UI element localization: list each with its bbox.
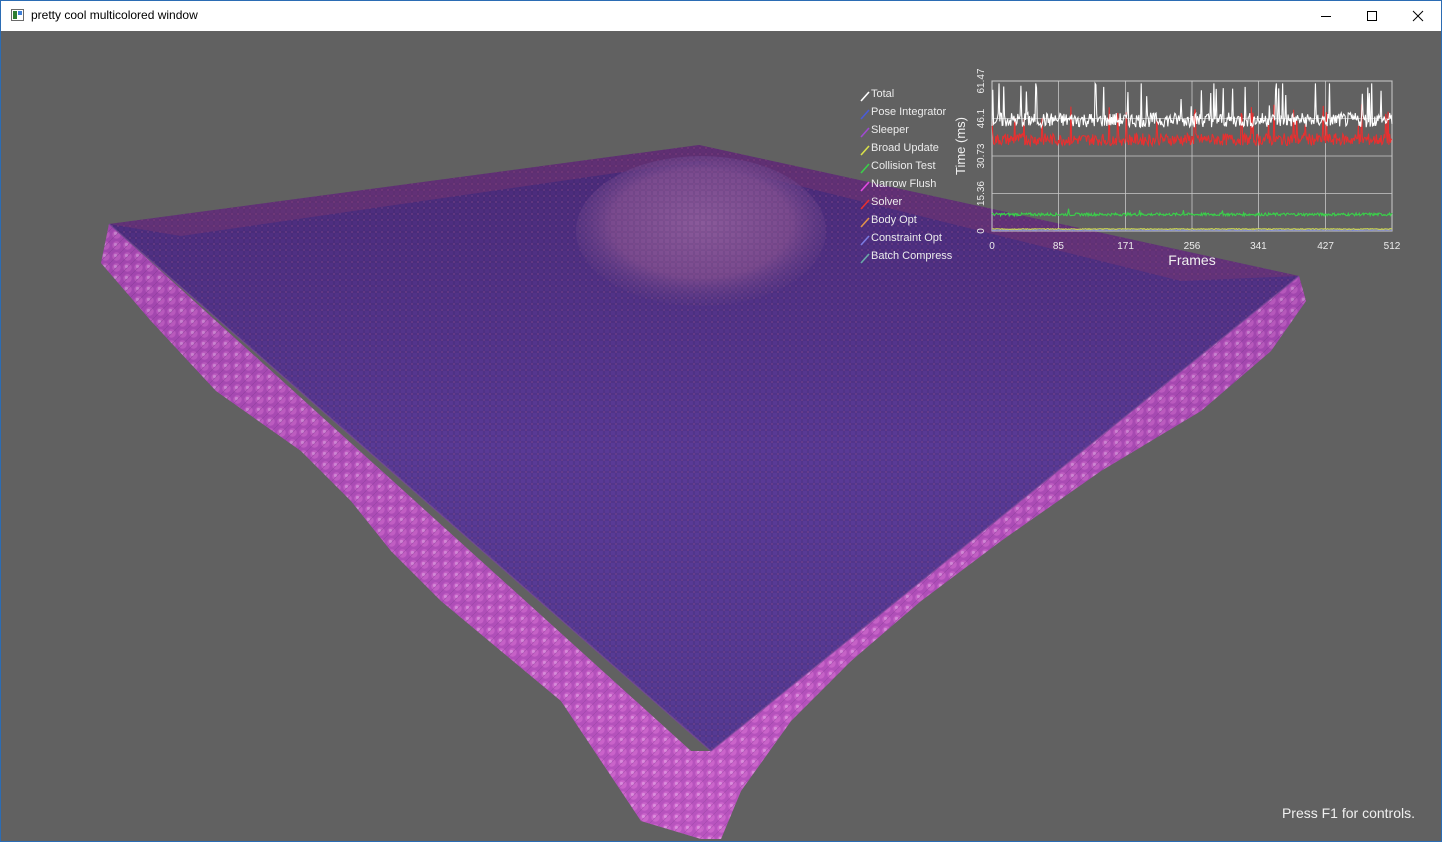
legend-swatch-icon (860, 199, 870, 210)
window-title: pretty cool multicolored window (31, 8, 198, 22)
x-tick-label: 85 (1053, 241, 1065, 252)
x-tick-label: 512 (1384, 241, 1401, 252)
legend-swatch-icon (860, 217, 870, 228)
maximize-button[interactable] (1349, 1, 1395, 31)
legend-swatch-icon (860, 109, 870, 120)
x-tick-label: 427 (1317, 241, 1334, 252)
y-tick-label: 0 (976, 228, 987, 234)
legend-label: Solver (871, 196, 903, 208)
x-tick-label: 0 (989, 241, 995, 252)
app-window-icon (11, 9, 24, 21)
legend-label: Collision Test (871, 160, 936, 172)
legend-label: Total (871, 88, 895, 100)
x-axis-label: Frames (1168, 252, 1215, 267)
legend-label: Broad Update (871, 142, 939, 154)
legend-swatch-icon (860, 91, 870, 102)
render-viewport[interactable]: Total Pose Integrator Sleeper Broad Update C… (1, 31, 1441, 841)
y-axis-label: Time (ms) (953, 117, 968, 175)
legend-label: Constraint Opt (871, 232, 942, 244)
legend-swatch-icon (860, 163, 870, 174)
profiler-chart: 0 85 171 256 341 427 512 0 15.36 30.73 46.1 61.47 Fr… (953, 68, 1401, 267)
title-bar[interactable]: pretty cool multicolored window (1, 1, 1441, 31)
legend-label: Batch Compress (871, 250, 953, 262)
close-button[interactable] (1395, 1, 1441, 31)
legend-swatch-icon (860, 127, 870, 138)
series-line (991, 227, 1393, 231)
legend-swatch-icon (860, 181, 870, 192)
legend-swatch-icon (860, 145, 870, 156)
legend-swatch-icon (860, 253, 870, 264)
legend-label: Narrow Flush (871, 178, 937, 190)
x-tick-label: 171 (1117, 241, 1134, 252)
y-tick-label: 15.36 (976, 181, 987, 206)
minimize-icon (1321, 16, 1331, 17)
close-icon (1412, 10, 1424, 22)
y-tick-label: 61.47 (976, 68, 987, 93)
legend-label: Body Opt (871, 214, 917, 226)
y-tick-label: 30.73 (976, 143, 987, 168)
minimize-button[interactable] (1303, 1, 1349, 31)
y-tick-label: 46.1 (976, 108, 987, 128)
maximize-icon (1367, 11, 1377, 21)
x-tick-label: 256 (1184, 241, 1201, 252)
app-window: pretty cool multicolored window Total Po… (0, 0, 1442, 842)
legend-swatch-icon (860, 235, 870, 246)
legend-label: Sleeper (871, 124, 909, 136)
x-tick-label: 341 (1250, 241, 1267, 252)
legend-label: Pose Integrator (871, 106, 947, 118)
controls-hint: Press F1 for controls. (1281, 805, 1415, 821)
